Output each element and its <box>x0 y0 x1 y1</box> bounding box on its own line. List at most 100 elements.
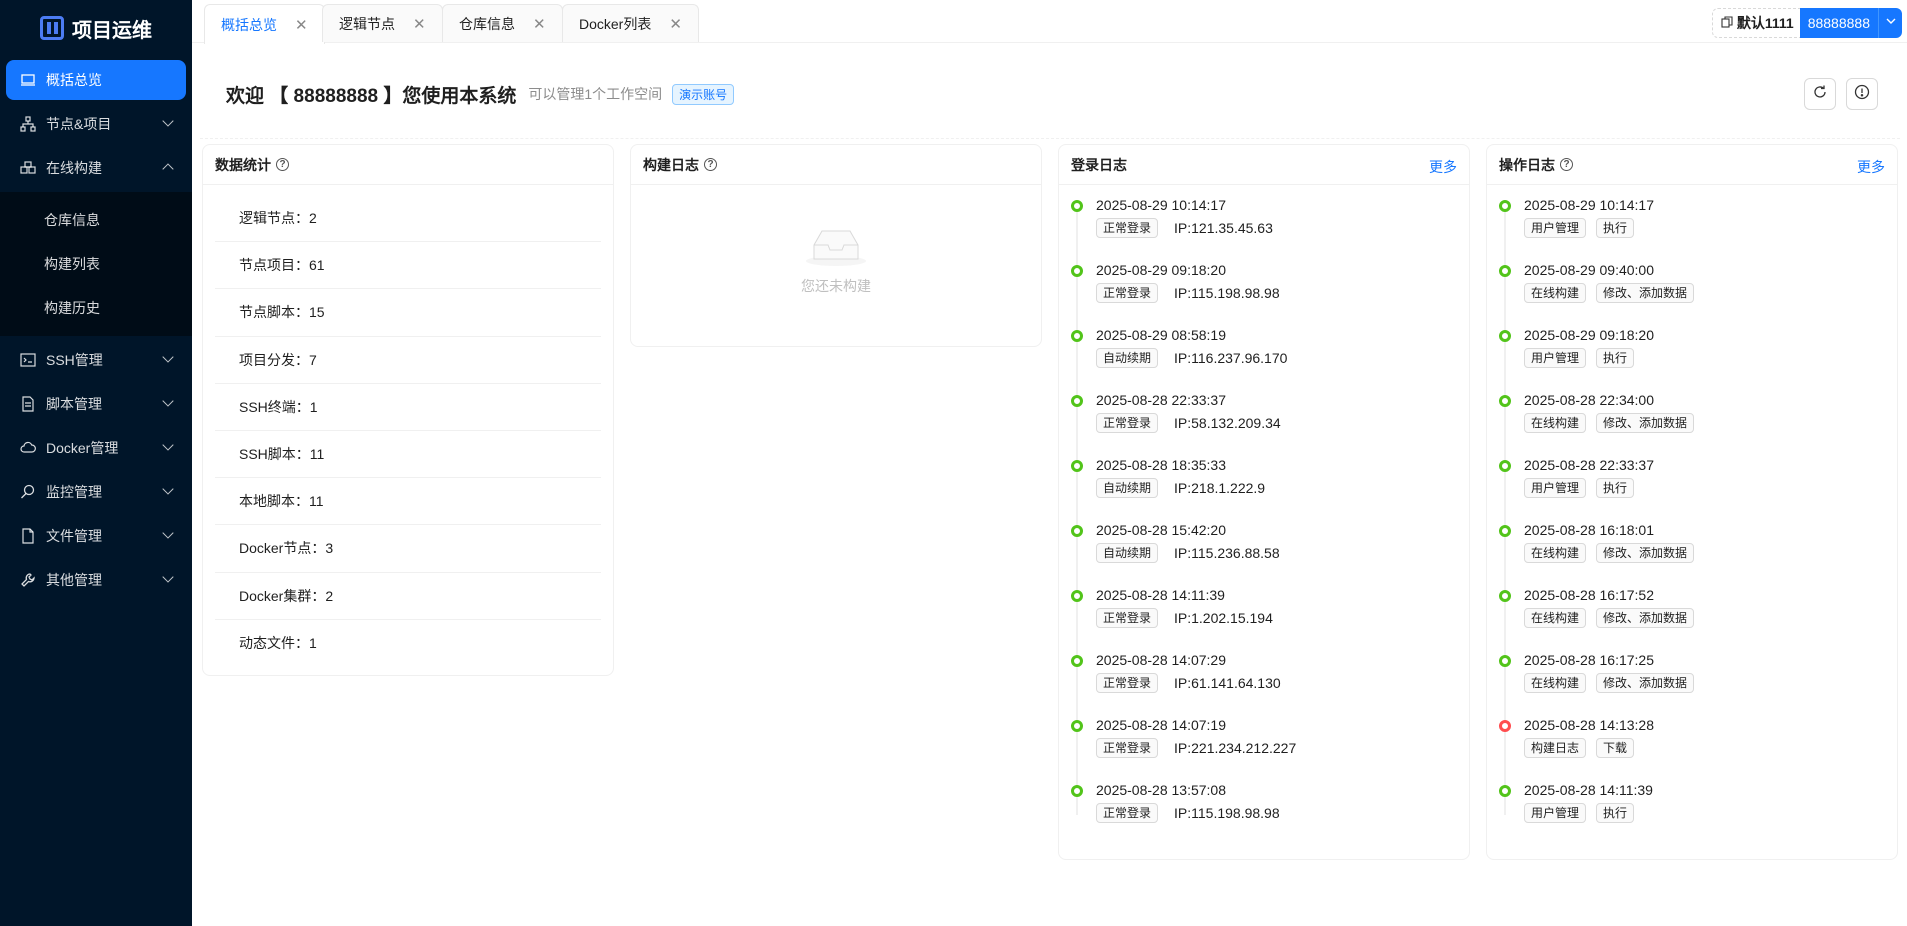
stat-item[interactable]: SSH脚本：11 <box>215 431 601 479</box>
sidebar-item-overview[interactable]: 概括总览 <box>6 60 186 100</box>
timeline-item: 2025-08-28 13:57:08 正常登录 IP:115.198.98.98 <box>1059 780 1469 845</box>
action-tag: 修改、添加数据 <box>1596 608 1695 628</box>
info-button[interactable] <box>1846 78 1878 110</box>
sidebar-item-node-project[interactable]: 节点&项目 <box>6 104 186 144</box>
module-tag: 在线构建 <box>1524 413 1587 433</box>
sidebar-item-label: 在线构建 <box>46 160 102 176</box>
app-title: 项目运维 <box>72 19 152 42</box>
login-type-tag: 自动续期 <box>1096 478 1159 498</box>
stat-item[interactable]: 节点脚本：15 <box>215 289 601 337</box>
login-type-tag: 正常登录 <box>1096 218 1159 238</box>
refresh-button[interactable] <box>1804 78 1836 110</box>
stat-item[interactable]: 项目分发：7 <box>215 337 601 384</box>
log-detail: 在线构建 修改、添加数据 <box>1524 283 1897 303</box>
build-icon <box>20 160 36 176</box>
stat-item[interactable]: 逻辑节点：2 <box>215 195 601 243</box>
app-logo[interactable]: 项目运维 <box>0 0 192 56</box>
status-dot <box>1499 590 1511 602</box>
login-timeline: 2025-08-29 10:14:17 正常登录 IP:121.35.45.63 20… <box>1059 185 1469 845</box>
close-icon[interactable]: ✕ <box>669 15 682 33</box>
sidebar-item-script[interactable]: 脚本管理 <box>6 384 186 424</box>
status-dot <box>1499 785 1511 797</box>
tab-bar: 概括总览 ✕ 逻辑节点 ✕ 仓库信息 ✕ Docker列表 ✕ 默认1111 8… <box>192 0 1907 44</box>
stat-item[interactable]: 本地脚本：11 <box>215 478 601 526</box>
tab-logic-node[interactable]: 逻辑节点 ✕ <box>322 4 443 42</box>
log-time: 2025-08-28 18:35:33 <box>1096 457 1226 473</box>
login-type-tag: 正常登录 <box>1096 413 1159 433</box>
close-icon[interactable]: ✕ <box>295 16 308 34</box>
status-dot <box>1499 460 1511 472</box>
log-detail: 正常登录 IP:121.35.45.63 <box>1096 218 1469 238</box>
sidebar-item-label: 脚本管理 <box>46 396 102 412</box>
demo-account-tag: 演示账号 <box>672 83 735 105</box>
stat-item[interactable]: 节点项目：61 <box>215 242 601 290</box>
ip-address: IP:1.202.15.194 <box>1174 610 1273 626</box>
log-time: 2025-08-29 09:18:20 <box>1096 262 1226 278</box>
question-icon[interactable]: ? <box>1560 158 1573 171</box>
log-time: 2025-08-28 14:11:39 <box>1524 782 1653 798</box>
sidebar-item-docker[interactable]: Docker管理 <box>6 428 186 468</box>
timeline-item: 2025-08-29 09:18:20 正常登录 IP:115.198.98.98 <box>1059 260 1469 325</box>
chevron-down-icon <box>162 439 174 451</box>
submenu-item-build-list[interactable]: 构建列表 <box>6 244 186 284</box>
empty-text: 您还未构建 <box>801 278 871 294</box>
stat-item[interactable]: 动态文件：1 <box>215 620 601 667</box>
page-title: 欢迎 【 88888888 】您使用本系统 <box>226 85 517 107</box>
status-dot <box>1499 200 1511 212</box>
tab-repository[interactable]: 仓库信息 ✕ <box>442 4 563 42</box>
sidebar-item-online-build[interactable]: 在线构建 <box>6 148 186 188</box>
status-dot <box>1499 525 1511 537</box>
close-icon[interactable]: ✕ <box>533 15 546 33</box>
log-detail: 在线构建 修改、添加数据 <box>1524 413 1897 433</box>
timeline-item: 2025-08-28 15:42:20 自动续期 IP:115.236.88.58 <box>1059 520 1469 585</box>
submenu-item-build-history[interactable]: 构建历史 <box>6 288 186 328</box>
sidebar-item-label: 文件管理 <box>46 528 102 544</box>
close-icon[interactable]: ✕ <box>413 15 426 33</box>
more-link[interactable]: 更多 <box>1429 157 1457 177</box>
timeline-item: 2025-08-28 16:17:52 在线构建 修改、添加数据 <box>1487 585 1897 650</box>
log-time: 2025-08-29 08:58:19 <box>1096 327 1226 343</box>
sidebar-item-monitor[interactable]: 监控管理 <box>6 472 186 512</box>
workspace-button[interactable]: 默认1111 <box>1711 8 1800 38</box>
log-time: 2025-08-28 16:17:52 <box>1524 587 1654 603</box>
log-detail: 用户管理 执行 <box>1524 218 1897 238</box>
workspace-name: 默认1111 <box>1736 15 1794 31</box>
sidebar-item-ssh[interactable]: SSH管理 <box>6 340 186 380</box>
sidebar-item-other[interactable]: 其他管理 <box>6 560 186 600</box>
ip-address: IP:58.132.209.34 <box>1174 415 1281 431</box>
log-time: 2025-08-28 16:17:25 <box>1524 652 1654 668</box>
user-dropdown-button[interactable] <box>1878 8 1902 38</box>
user-button[interactable]: 88888888 <box>1799 8 1878 38</box>
log-detail: 正常登录 IP:115.198.98.98 <box>1096 803 1469 823</box>
tab-docker-list[interactable]: Docker列表 ✕ <box>562 4 699 42</box>
stat-item[interactable]: Docker集群：2 <box>215 573 601 620</box>
file-icon <box>20 528 36 544</box>
action-tag: 执行 <box>1596 803 1635 823</box>
chevron-up-icon <box>162 163 174 175</box>
module-tag: 在线构建 <box>1524 543 1587 563</box>
sidebar-item-file[interactable]: 文件管理 <box>6 516 186 556</box>
tab-label: 仓库信息 <box>459 15 515 32</box>
stat-item[interactable]: SSH终端：1 <box>215 384 601 431</box>
question-icon[interactable]: ? <box>704 158 717 171</box>
ip-address: IP:116.237.96.170 <box>1174 350 1288 366</box>
status-dot <box>1071 720 1083 732</box>
status-dot <box>1071 200 1083 212</box>
status-dot <box>1071 525 1083 537</box>
timeline-item: 2025-08-29 09:40:00 在线构建 修改、添加数据 <box>1487 260 1897 325</box>
log-detail: 用户管理 执行 <box>1524 803 1897 823</box>
module-tag: 构建日志 <box>1524 738 1587 758</box>
tab-overview[interactable]: 概括总览 ✕ <box>204 4 325 44</box>
timeline-item: 2025-08-29 08:58:19 自动续期 IP:116.237.96.170 <box>1059 325 1469 390</box>
more-link[interactable]: 更多 <box>1857 157 1885 177</box>
log-time: 2025-08-28 22:33:37 <box>1096 392 1226 408</box>
submenu-item-repository[interactable]: 仓库信息 <box>6 200 186 240</box>
build-submenu: 仓库信息 构建列表 构建历史 <box>0 192 192 336</box>
timeline-item: 2025-08-28 14:13:28 构建日志 下载 <box>1487 715 1897 780</box>
module-tag: 在线构建 <box>1524 673 1587 693</box>
stat-item[interactable]: Docker节点：3 <box>215 525 601 573</box>
ip-address: IP:121.35.45.63 <box>1174 220 1273 236</box>
chevron-down-icon <box>162 115 174 127</box>
reload-icon <box>1812 84 1828 105</box>
question-icon[interactable]: ? <box>276 158 289 171</box>
